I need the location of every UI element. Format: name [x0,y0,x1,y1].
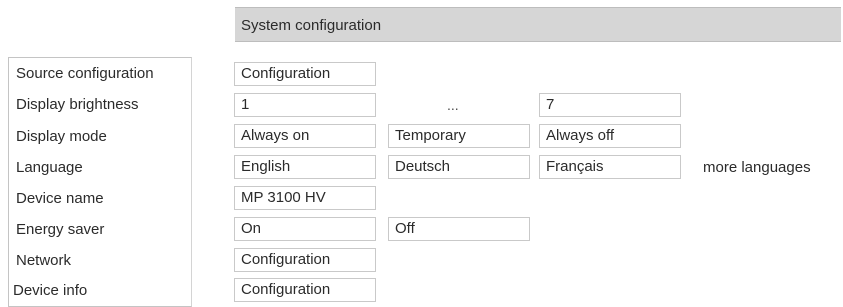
language-francais[interactable]: Français [539,155,681,179]
brightness-min-option[interactable]: 1 [234,93,376,117]
source-configuration-button[interactable]: Configuration [234,62,376,86]
display-mode-always-off[interactable]: Always off [539,124,681,148]
label-language: Language [16,159,83,176]
page-title: System configuration [241,17,382,34]
more-languages-link[interactable]: more languages [703,159,811,176]
display-mode-temporary[interactable]: Temporary [388,124,530,148]
brightness-range-ellipsis: ... [447,97,459,113]
label-device-info: Device info [13,282,88,299]
network-configuration-button[interactable]: Configuration [234,248,376,272]
energy-saver-on[interactable]: On [234,217,376,241]
label-source-configuration: Source configuration [16,65,154,82]
header-bar: System configuration [235,7,841,42]
device-info-configuration-button[interactable]: Configuration [234,278,376,302]
display-mode-always-on[interactable]: Always on [234,124,376,148]
settings-label-column [8,57,192,307]
brightness-max-option[interactable]: 7 [539,93,681,117]
label-display-brightness: Display brightness [16,96,139,113]
language-deutsch[interactable]: Deutsch [388,155,530,179]
label-display-mode: Display mode [16,128,107,145]
energy-saver-off[interactable]: Off [388,217,530,241]
label-energy-saver: Energy saver [16,221,105,238]
label-network: Network [16,252,72,269]
device-name-field[interactable]: MP 3100 HV [234,186,376,210]
label-device-name: Device name [16,190,104,207]
language-english[interactable]: English [234,155,376,179]
